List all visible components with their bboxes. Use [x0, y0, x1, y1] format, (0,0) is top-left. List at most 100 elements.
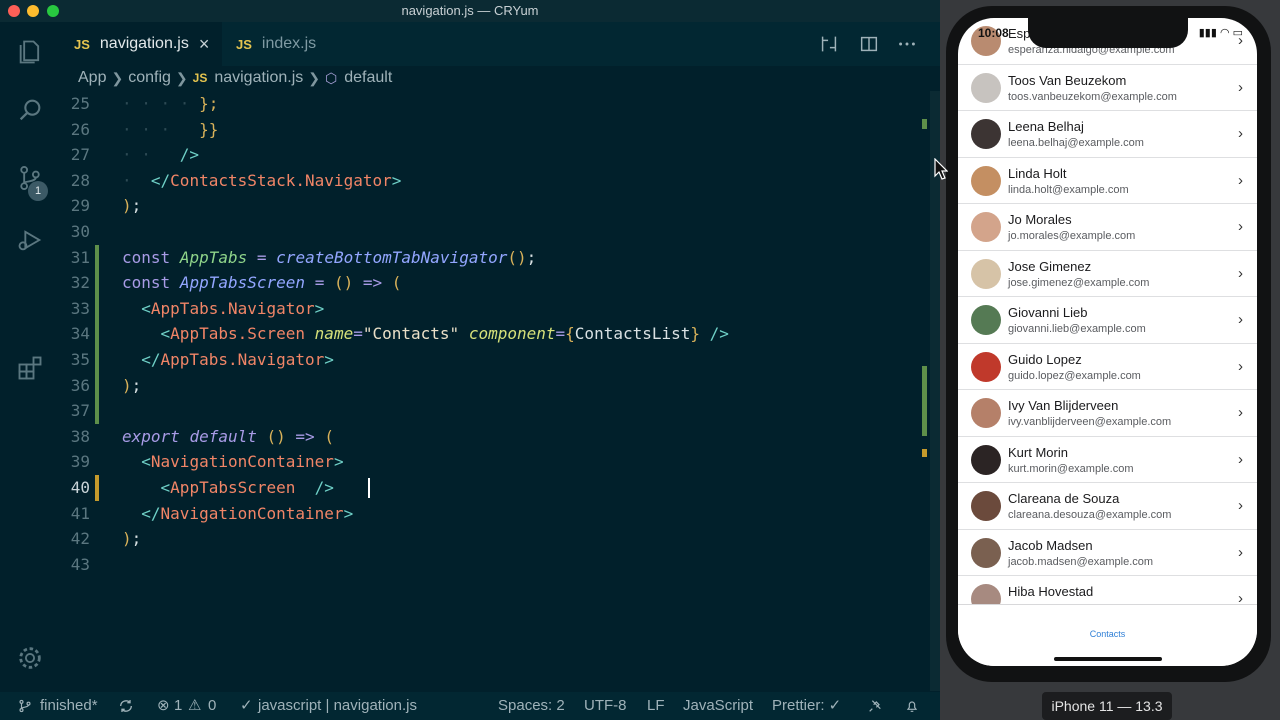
editor-tab-bar: JS navigation.js × JS index.js [60, 22, 940, 66]
breadcrumb-item-config[interactable]: config [128, 69, 171, 87]
list-item[interactable]: Kurt Morin kurt.morin@example.com › [958, 437, 1257, 483]
code-line[interactable]: ); [122, 373, 141, 399]
extensions-icon[interactable] [14, 352, 46, 384]
js-file-icon: JS [74, 36, 90, 52]
chevron-right-icon: › [1238, 543, 1243, 561]
list-item[interactable]: Leena Belhaj leena.belhaj@example.com › [958, 111, 1257, 158]
tab-index-js[interactable]: JS index.js [222, 22, 370, 66]
breadcrumb-item-file[interactable]: navigation.js [214, 69, 303, 87]
breadcrumb-item-app[interactable]: App [78, 69, 106, 87]
breadcrumb-item-symbol[interactable]: default [344, 69, 392, 87]
code-editor-window: navigation.js — CRYum 1 JS navigation.js… [0, 0, 940, 720]
code-line[interactable]: · · /> [122, 142, 199, 168]
list-item[interactable]: Jacob Madsen jacob.madsen@example.com › [958, 530, 1257, 576]
contact-email: guido.lopez@example.com [1008, 369, 1141, 382]
list-item[interactable]: Giovanni Lieb giovanni.lieb@example.com › [958, 297, 1257, 344]
code-editor[interactable]: 25 · · · · }; 26 · · · }} 27 · · /> 28 · </C… [60, 91, 922, 691]
list-item[interactable]: Guido Lopez guido.lopez@example.com › [958, 344, 1257, 390]
search-icon[interactable] [14, 94, 46, 126]
split-editor-icon[interactable] [858, 33, 880, 55]
code-line[interactable]: · · · }} [122, 117, 218, 143]
contact-name: Jose Gimenez [1008, 258, 1092, 274]
device-label: iPhone 11 — 13.3 [1042, 692, 1172, 720]
close-tab-icon[interactable]: × [199, 34, 210, 55]
indentation-status[interactable]: Spaces: 2 [498, 692, 565, 720]
contact-email: toos.vanbeuzekom@example.com [1008, 90, 1177, 103]
code-line[interactable]: const AppTabsScreen = () => ( [122, 270, 401, 296]
line-number: 29 [70, 196, 90, 216]
js-file-icon: JS [192, 71, 208, 85]
tab-navigation-js[interactable]: JS navigation.js × [60, 22, 222, 66]
list-item[interactable]: Jose Gimenez jose.gimenez@example.com › [958, 251, 1257, 297]
contact-email: jo.morales@example.com [1008, 230, 1136, 242]
git-branch-status[interactable]: finished* [40, 692, 98, 720]
contact-email: ivy.vanblijderveen@example.com [1008, 416, 1172, 428]
error-count[interactable]: 1 [174, 692, 182, 720]
breadcrumb: App ❯ config ❯ JS navigation.js ❯ ⬡ defa… [60, 66, 940, 90]
line-number: 27 [70, 145, 90, 165]
tab-contacts[interactable]: Contacts [958, 629, 1257, 639]
code-line[interactable]: ); [122, 526, 141, 552]
chevron-right-icon: › [1238, 78, 1243, 96]
list-item[interactable]: Ivy Van Blijderveen ivy.vanblijderveen@ex… [958, 390, 1257, 437]
line-number: 43 [70, 554, 90, 574]
linter-status[interactable]: javascript | navigation.js [258, 692, 417, 720]
run-debug-icon[interactable] [14, 224, 46, 256]
line-number: 31 [70, 247, 90, 267]
line-number: 41 [70, 503, 90, 523]
encoding-status[interactable]: UTF-8 [584, 692, 627, 720]
line-number: 36 [70, 375, 90, 395]
contact-email: jacob.madsen@example.com [1008, 555, 1154, 568]
avatar [971, 119, 1001, 149]
more-actions-icon[interactable] [896, 33, 918, 55]
code-line[interactable]: · · · · }; [122, 91, 218, 117]
list-item[interactable]: Clareana de Souza clareana.desouza@exampl… [958, 483, 1257, 530]
overview-ruler[interactable] [921, 91, 929, 691]
code-line[interactable]: <AppTabsScreen /> [122, 475, 334, 501]
contact-name: Clareana de Souza [1008, 491, 1120, 506]
code-line[interactable]: ); [122, 193, 141, 219]
contact-name: Guido Lopez [1008, 351, 1082, 367]
line-number: 40 [70, 478, 90, 497]
minimize-window-button[interactable] [27, 5, 39, 17]
chevron-right-icon: › [1238, 357, 1243, 375]
maximize-window-button[interactable] [47, 5, 59, 17]
open-changes-icon[interactable] [818, 33, 840, 55]
warning-count[interactable]: 0 [208, 692, 216, 720]
error-icon: ⊗ [157, 697, 170, 714]
line-number: 25 [70, 94, 90, 113]
prettier-status[interactable]: Prettier: ✓ [772, 692, 841, 720]
code-line[interactable]: const AppTabs = createBottomTabNavigator… [122, 245, 536, 271]
explorer-icon[interactable] [14, 36, 46, 68]
contact-name: Jacob Madsen [1008, 537, 1093, 553]
sync-icon[interactable] [118, 698, 134, 714]
code-line[interactable]: <NavigationContainer> [122, 449, 343, 475]
iphone-screen: Esperanza Hidalgoesperanza.hidalgo@examp… [958, 18, 1257, 666]
avatar [971, 537, 1001, 568]
code-line[interactable]: </AppTabs.Navigator> [122, 347, 334, 373]
code-line[interactable]: export default () => ( [122, 424, 334, 450]
list-item[interactable]: Toos Van Beuzekom toos.vanbeuzekom@exampl… [958, 65, 1257, 111]
close-window-button[interactable] [8, 5, 20, 17]
line-number: 28 [70, 170, 90, 190]
contact-email: giovanni.lieb@example.com [1008, 323, 1146, 335]
feedback-icon[interactable] [866, 698, 884, 714]
language-mode[interactable]: JavaScript [683, 692, 753, 720]
vertical-scrollbar[interactable] [930, 91, 940, 691]
settings-gear-icon[interactable] [14, 642, 46, 674]
avatar [971, 72, 1001, 103]
chevron-right-icon: › [1238, 264, 1243, 282]
chevron-right-icon: › [1238, 497, 1243, 514]
code-line[interactable]: · </ContactsStack.Navigator> [122, 168, 401, 194]
chevron-right-icon: › [1238, 171, 1243, 189]
list-item[interactable]: Linda Holt linda.holt@example.com › [958, 158, 1257, 204]
notifications-bell-icon[interactable] [904, 698, 920, 714]
status-time: 10:08 [978, 26, 1009, 40]
eol-status[interactable]: LF [647, 692, 665, 720]
code-line[interactable]: <AppTabs.Navigator> [122, 296, 324, 322]
code-line[interactable]: <AppTabs.Screen name="Contacts" componen… [122, 321, 729, 347]
code-line[interactable]: </NavigationContainer> [122, 501, 353, 527]
home-indicator[interactable] [1054, 657, 1162, 661]
list-item[interactable]: Jo Morales jo.morales@example.com › [958, 204, 1257, 251]
git-added-marker [95, 244, 99, 271]
